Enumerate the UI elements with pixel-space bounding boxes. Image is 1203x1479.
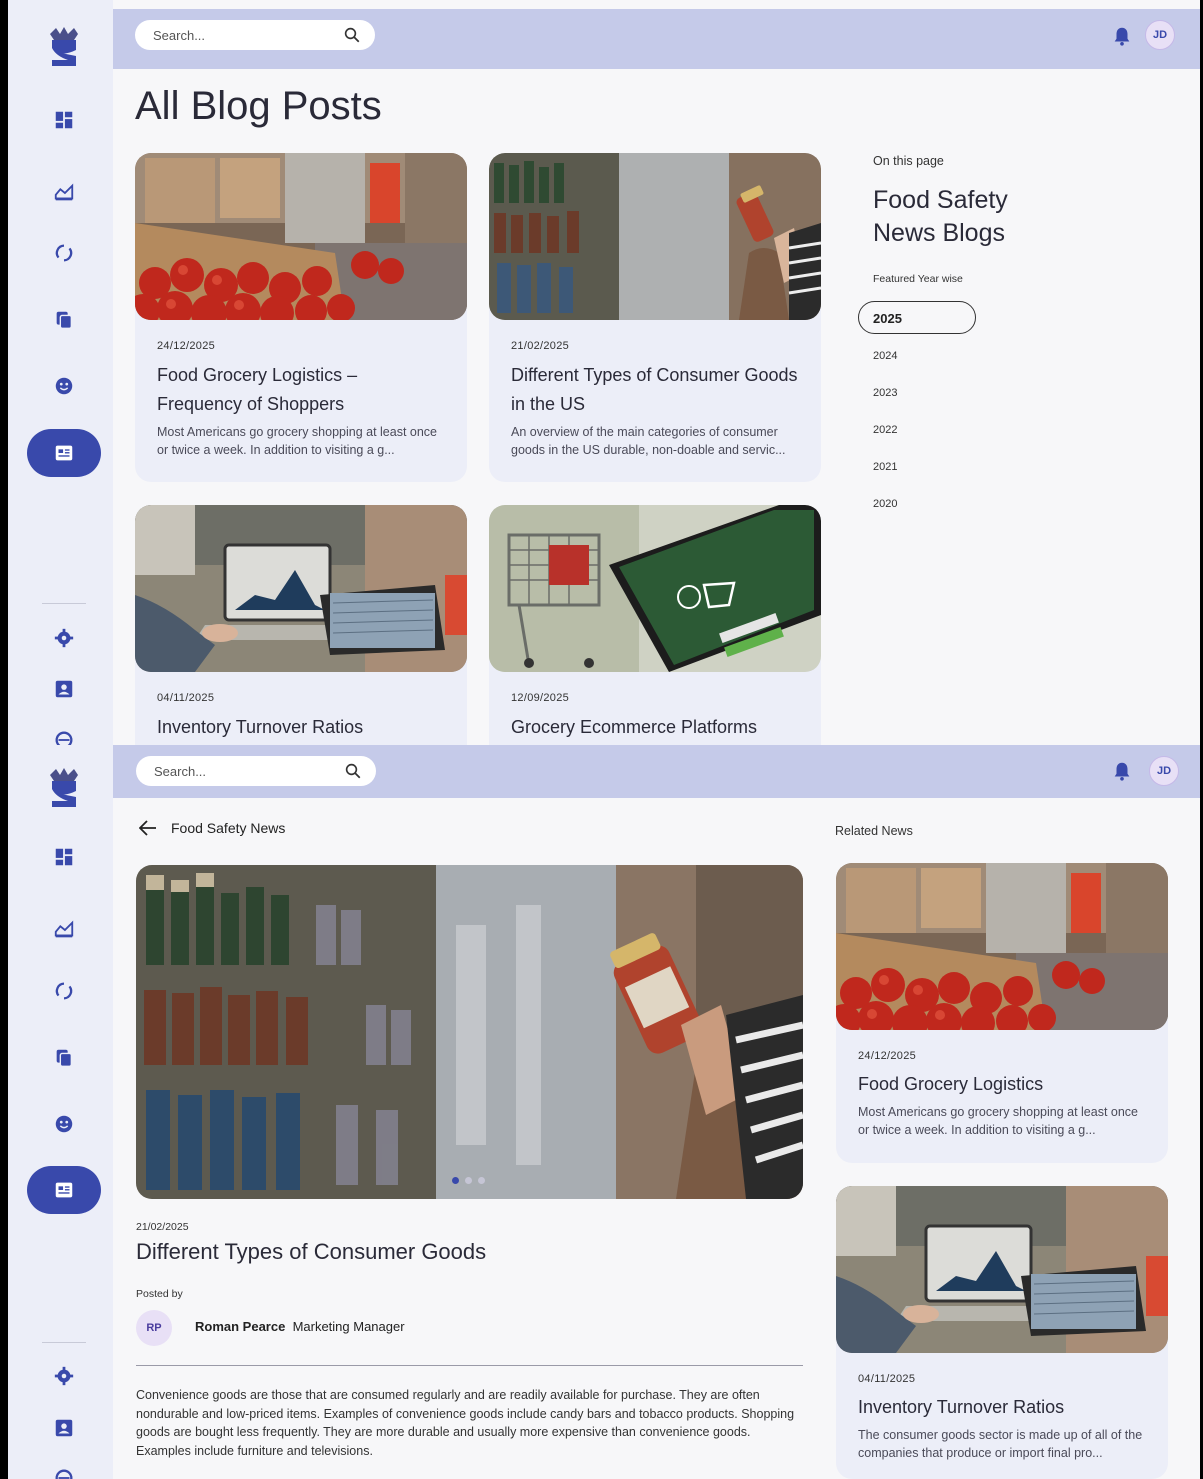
blog-card-image-laptop	[135, 505, 467, 672]
search-input[interactable]	[154, 763, 324, 779]
author-avatar[interactable]: RP	[136, 1310, 172, 1346]
profile-icon[interactable]	[27, 1404, 101, 1452]
year-filter-item[interactable]: 2023	[873, 387, 897, 399]
carousel-dots[interactable]	[452, 1177, 485, 1184]
dashboard-icon[interactable]	[27, 96, 101, 144]
related-card[interactable]: 04/11/2025 Inventory Turnover Ratios The…	[836, 1186, 1168, 1479]
related-card-image-laptop	[836, 1186, 1168, 1353]
blog-card-title[interactable]: Different Types of Consumer Goods in the…	[511, 361, 799, 419]
year-filter-item[interactable]: 2022	[873, 424, 897, 436]
blog-card-date: 24/12/2025	[157, 340, 216, 352]
related-card-excerpt: Most Americans go grocery shopping at le…	[858, 1105, 1139, 1137]
app-logo-icon[interactable]	[46, 26, 82, 70]
year-filter-item[interactable]: 2024	[873, 350, 897, 362]
sidebar	[8, 0, 113, 745]
search-icon[interactable]	[344, 762, 362, 780]
more-icon[interactable]	[27, 1454, 101, 1479]
blog-card[interactable]: 12/09/2025 Grocery Ecommerce Platforms	[489, 505, 821, 745]
copy-icon[interactable]	[27, 1034, 101, 1082]
related-card-title[interactable]: Food Grocery Logistics	[858, 1070, 1146, 1099]
blog-card[interactable]: 04/11/2025 Inventory Turnover Ratios	[135, 505, 467, 745]
related-card-excerpt: The consumer goods sector is made up of …	[858, 1428, 1143, 1460]
search-box[interactable]	[136, 756, 376, 786]
sidebar	[8, 745, 113, 1479]
sidebar-divider	[42, 603, 86, 604]
year-filter-item[interactable]: 2021	[873, 461, 897, 473]
search-box[interactable]	[135, 20, 375, 50]
blog-card-date: 21/02/2025	[511, 340, 570, 352]
settings-icon[interactable]	[27, 614, 101, 662]
settings-icon[interactable]	[27, 1352, 101, 1400]
related-card-image-apples	[836, 863, 1168, 1030]
year-filter-selected[interactable]: 2025	[858, 301, 976, 334]
article-body: Convenience goods are those that are con…	[136, 1388, 795, 1458]
year-filter-item[interactable]: 2020	[873, 498, 897, 510]
blog-list-screen: JD All Blog Posts	[0, 0, 1203, 745]
featured-year-label: Featured Year wise	[873, 273, 963, 285]
support-icon[interactable]	[27, 1100, 101, 1148]
news-icon[interactable]	[27, 1166, 101, 1214]
frame-edge	[0, 745, 8, 1479]
on-this-page-title: Food Safety News Blogs	[873, 186, 1008, 247]
copy-icon[interactable]	[27, 296, 101, 344]
related-card-title[interactable]: Inventory Turnover Ratios	[858, 1393, 1146, 1422]
app-logo-icon[interactable]	[46, 767, 82, 811]
cycle-icon[interactable]	[27, 229, 101, 277]
blog-card[interactable]: 21/02/2025 Different Types of Consumer G…	[489, 153, 821, 482]
related-news-label: Related News	[835, 824, 913, 838]
arrow-left-icon[interactable]	[139, 820, 157, 836]
author-name[interactable]: Roman Pearce	[195, 1319, 285, 1334]
analytics-icon[interactable]	[27, 169, 101, 217]
back-link-label[interactable]: Food Safety News	[171, 820, 285, 836]
support-icon[interactable]	[27, 362, 101, 410]
user-avatar[interactable]: JD	[1149, 756, 1179, 786]
blog-card-date: 12/09/2025	[511, 692, 570, 704]
blog-card-date: 04/11/2025	[157, 692, 215, 704]
page-title: All Blog Posts	[135, 84, 382, 128]
related-card-date: 04/11/2025	[858, 1373, 916, 1385]
frame-edge	[0, 0, 8, 745]
article-date: 21/02/2025	[136, 1221, 189, 1233]
blog-card-excerpt: An overview of the main categories of co…	[511, 425, 786, 457]
blog-card[interactable]: 24/12/2025 Food Grocery Logistics – Freq…	[135, 153, 467, 482]
carousel-dot[interactable]	[478, 1177, 485, 1184]
related-card-date: 24/12/2025	[858, 1050, 917, 1062]
blog-card-image-jar	[489, 153, 821, 320]
more-icon[interactable]	[27, 716, 101, 745]
carousel-dot[interactable]	[465, 1177, 472, 1184]
cycle-icon[interactable]	[27, 967, 101, 1015]
article-hero-image	[136, 865, 803, 1199]
article-divider	[136, 1365, 803, 1366]
article-title: Different Types of Consumer Goods	[136, 1239, 487, 1264]
dashboard-icon[interactable]	[27, 833, 101, 881]
blog-card-image-apples	[135, 153, 467, 320]
blog-card-excerpt: Most Americans go grocery shopping at le…	[157, 425, 438, 457]
sidebar-divider	[42, 1342, 86, 1343]
search-icon[interactable]	[343, 26, 361, 44]
posted-by-label: Posted by	[136, 1288, 183, 1300]
author-info: Roman Pearce Marketing Manager	[195, 1319, 405, 1334]
blog-card-title[interactable]: Grocery Ecommerce Platforms	[511, 713, 799, 742]
blog-card-title[interactable]: Inventory Turnover Ratios	[157, 713, 445, 742]
profile-icon[interactable]	[27, 665, 101, 713]
user-avatar[interactable]: JD	[1145, 20, 1175, 50]
bell-icon[interactable]	[1111, 760, 1133, 782]
news-icon[interactable]	[27, 429, 101, 477]
search-input[interactable]	[153, 27, 323, 43]
carousel-dot-active[interactable]	[452, 1177, 459, 1184]
analytics-icon[interactable]	[27, 906, 101, 954]
bell-icon[interactable]	[1111, 25, 1133, 47]
top-bar: JD	[113, 745, 1203, 798]
on-this-page-label: On this page	[873, 154, 944, 168]
blog-card-image-phone	[489, 505, 821, 672]
back-link[interactable]: Food Safety News	[139, 820, 285, 836]
author-role: Marketing Manager	[292, 1319, 405, 1334]
related-card[interactable]: 24/12/2025 Food Grocery Logistics Most A…	[836, 863, 1168, 1163]
top-bar: JD	[113, 9, 1203, 69]
blog-card-title[interactable]: Food Grocery Logistics – Frequency of Sh…	[157, 361, 445, 419]
